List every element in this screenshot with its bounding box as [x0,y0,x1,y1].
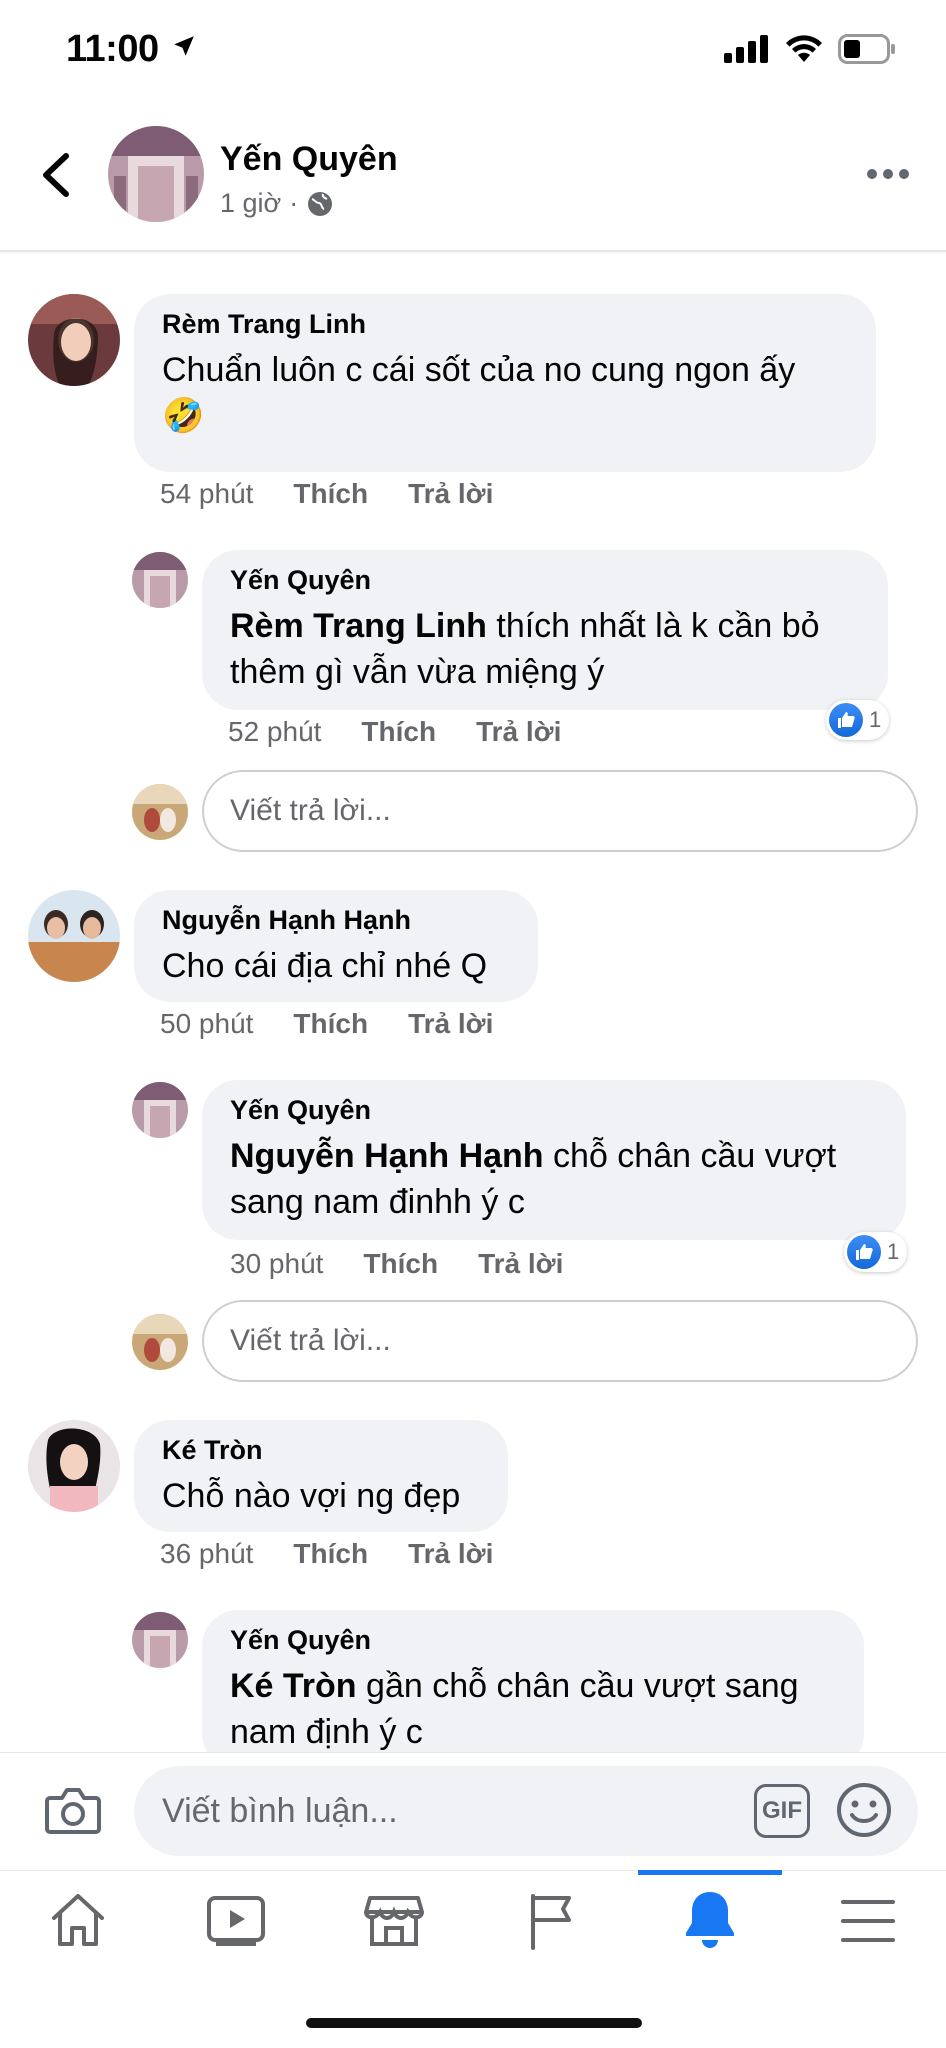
reply-text: Ké Tròn gần chỗ chân cầu vượt sang nam đ… [230,1666,799,1751]
reaction-badge[interactable]: 1 [844,1232,908,1272]
reply-time: 30 phút [230,1248,324,1279]
reply-author-avatar[interactable] [132,552,188,608]
comment-bubble: Rèm Trang Linh Chuẩn luôn c cái sốt của … [134,294,876,472]
reply-author[interactable]: Yến Quyên [230,1624,836,1658]
reply-input[interactable]: Viết trả lời... [202,1300,918,1382]
status-time: 11:00 [66,28,197,71]
commenter-avatar[interactable] [28,890,120,982]
battery-icon [838,34,895,64]
more-dots-icon [867,169,909,179]
reply-link[interactable]: Trả lời [408,1008,493,1040]
rofl-emoji: 🤣 [162,396,205,435]
active-tab-indicator [638,1870,782,1875]
post-time: 1 giờ [220,188,282,218]
reply-input-placeholder: Viết trả lời... [230,1324,391,1357]
sticker-button[interactable] [836,1782,892,1843]
camera-icon [45,1788,101,1834]
wifi-icon [786,35,822,62]
commenter-avatar[interactable] [28,294,120,386]
reply-actions: 30 phút Thích Trả lời [230,1248,563,1280]
menu-icon [841,1900,895,1942]
comment-bubble: Nguyễn Hạnh Hạnh Cho cái địa chỉ nhé Q [134,890,538,1002]
reply-author-avatar[interactable] [132,1612,188,1668]
tab-pages[interactable] [528,1892,578,1955]
reply-author-avatar[interactable] [132,1082,188,1138]
reply-bubble: Yến Quyên Rèm Trang Linh thích nhất là k… [202,550,888,710]
more-options-button[interactable] [864,162,912,186]
back-button[interactable] [36,150,76,200]
like-link[interactable]: Thích [363,1248,438,1280]
reply-author[interactable]: Yến Quyên [230,1094,878,1128]
comment-time: 54 phút [160,478,254,509]
reaction-count: 1 [869,707,882,732]
reply-input-placeholder: Viết trả lời... [230,794,391,827]
post-meta: 1 giờ · [220,188,334,219]
location-arrow-icon [173,36,194,56]
gif-button[interactable]: GIF [754,1784,810,1838]
post-author-avatar[interactable] [108,126,204,222]
reply-link[interactable]: Trả lời [408,1538,493,1570]
tab-menu[interactable] [840,1898,896,1949]
tab-notifications[interactable] [682,1888,738,1955]
status-icons [724,34,896,64]
camera-button[interactable] [44,1786,102,1841]
reply-time: 52 phút [228,716,322,747]
reply-text: Nguyễn Hạnh Hạnh chỗ chân cầu vượt sang … [230,1136,837,1221]
mention-link[interactable]: Ké Tròn [230,1667,357,1705]
like-reaction-icon [829,703,863,737]
mention-link[interactable]: Nguyễn Hạnh Hạnh [230,1137,544,1175]
reply-link[interactable]: Trả lời [476,716,561,748]
current-user-avatar [132,1314,188,1370]
tab-marketplace[interactable] [364,1892,424,1953]
commenter-avatar[interactable] [28,1420,120,1512]
signal-icon [724,35,768,63]
reply-bubble: Yến Quyên Nguyễn Hạnh Hạnh chỗ chân cầu … [202,1080,906,1240]
like-link[interactable]: Thích [361,716,436,748]
comment-text: Chuẩn luôn c cái sốt của no cung ngon ấy… [162,350,796,435]
comment-bubble: Ké Tròn Chỗ nào vợi ng đẹp [134,1420,508,1532]
reply-text: Rèm Trang Linh thích nhất là k cần bỏ th… [230,606,820,691]
comment-text: Chỗ nào vợi ng đẹp [162,1476,461,1515]
comment-actions: 36 phút Thích Trả lời [160,1538,493,1570]
notifications-bell-icon [686,1892,734,1948]
home-indicator [306,2018,642,2028]
current-user-avatar [132,784,188,840]
reply-link[interactable]: Trả lời [408,478,493,510]
smiley-icon [837,1783,891,1837]
comment-time: 36 phút [160,1538,254,1569]
home-icon [52,1894,104,1946]
comment-time: 50 phút [160,1008,254,1039]
chevron-left-icon [43,153,69,197]
reply-link[interactable]: Trả lời [478,1248,563,1280]
like-reaction-icon [847,1235,881,1269]
comment-author[interactable]: Rèm Trang Linh [162,308,848,342]
reaction-badge[interactable]: 1 [826,700,890,740]
pages-flag-icon [531,1894,571,1950]
reply-bubble: Yến Quyên Ké Tròn gần chỗ chân cầu vượt … [202,1610,864,1770]
globe-icon [308,191,333,216]
reply-input[interactable]: Viết trả lời... [202,770,918,852]
tab-watch[interactable] [206,1894,266,1951]
tab-home[interactable] [48,1892,108,1953]
gif-label: GIF [762,1797,802,1824]
comment-author[interactable]: Nguyễn Hạnh Hạnh [162,904,510,938]
reaction-count: 1 [887,1239,900,1264]
comment-input-placeholder: Viết bình luận... [162,1791,398,1830]
reply-author[interactable]: Yến Quyên [230,564,860,598]
comment-actions: 54 phút Thích Trả lời [160,478,493,510]
watch-icon [207,1896,265,1946]
meta-separator: · [289,188,299,218]
comment-text: Cho cái địa chỉ nhé Q [162,946,488,985]
mention-link[interactable]: Rèm Trang Linh [230,607,487,645]
like-link[interactable]: Thích [293,1538,368,1570]
post-author-name[interactable]: Yến Quyên [220,140,398,179]
marketplace-icon [364,1896,424,1946]
reply-actions: 52 phút Thích Trả lời [228,716,561,748]
like-link[interactable]: Thích [293,478,368,510]
comment-actions: 50 phút Thích Trả lời [160,1008,493,1040]
comment-author[interactable]: Ké Tròn [162,1434,480,1468]
like-link[interactable]: Thích [293,1008,368,1040]
